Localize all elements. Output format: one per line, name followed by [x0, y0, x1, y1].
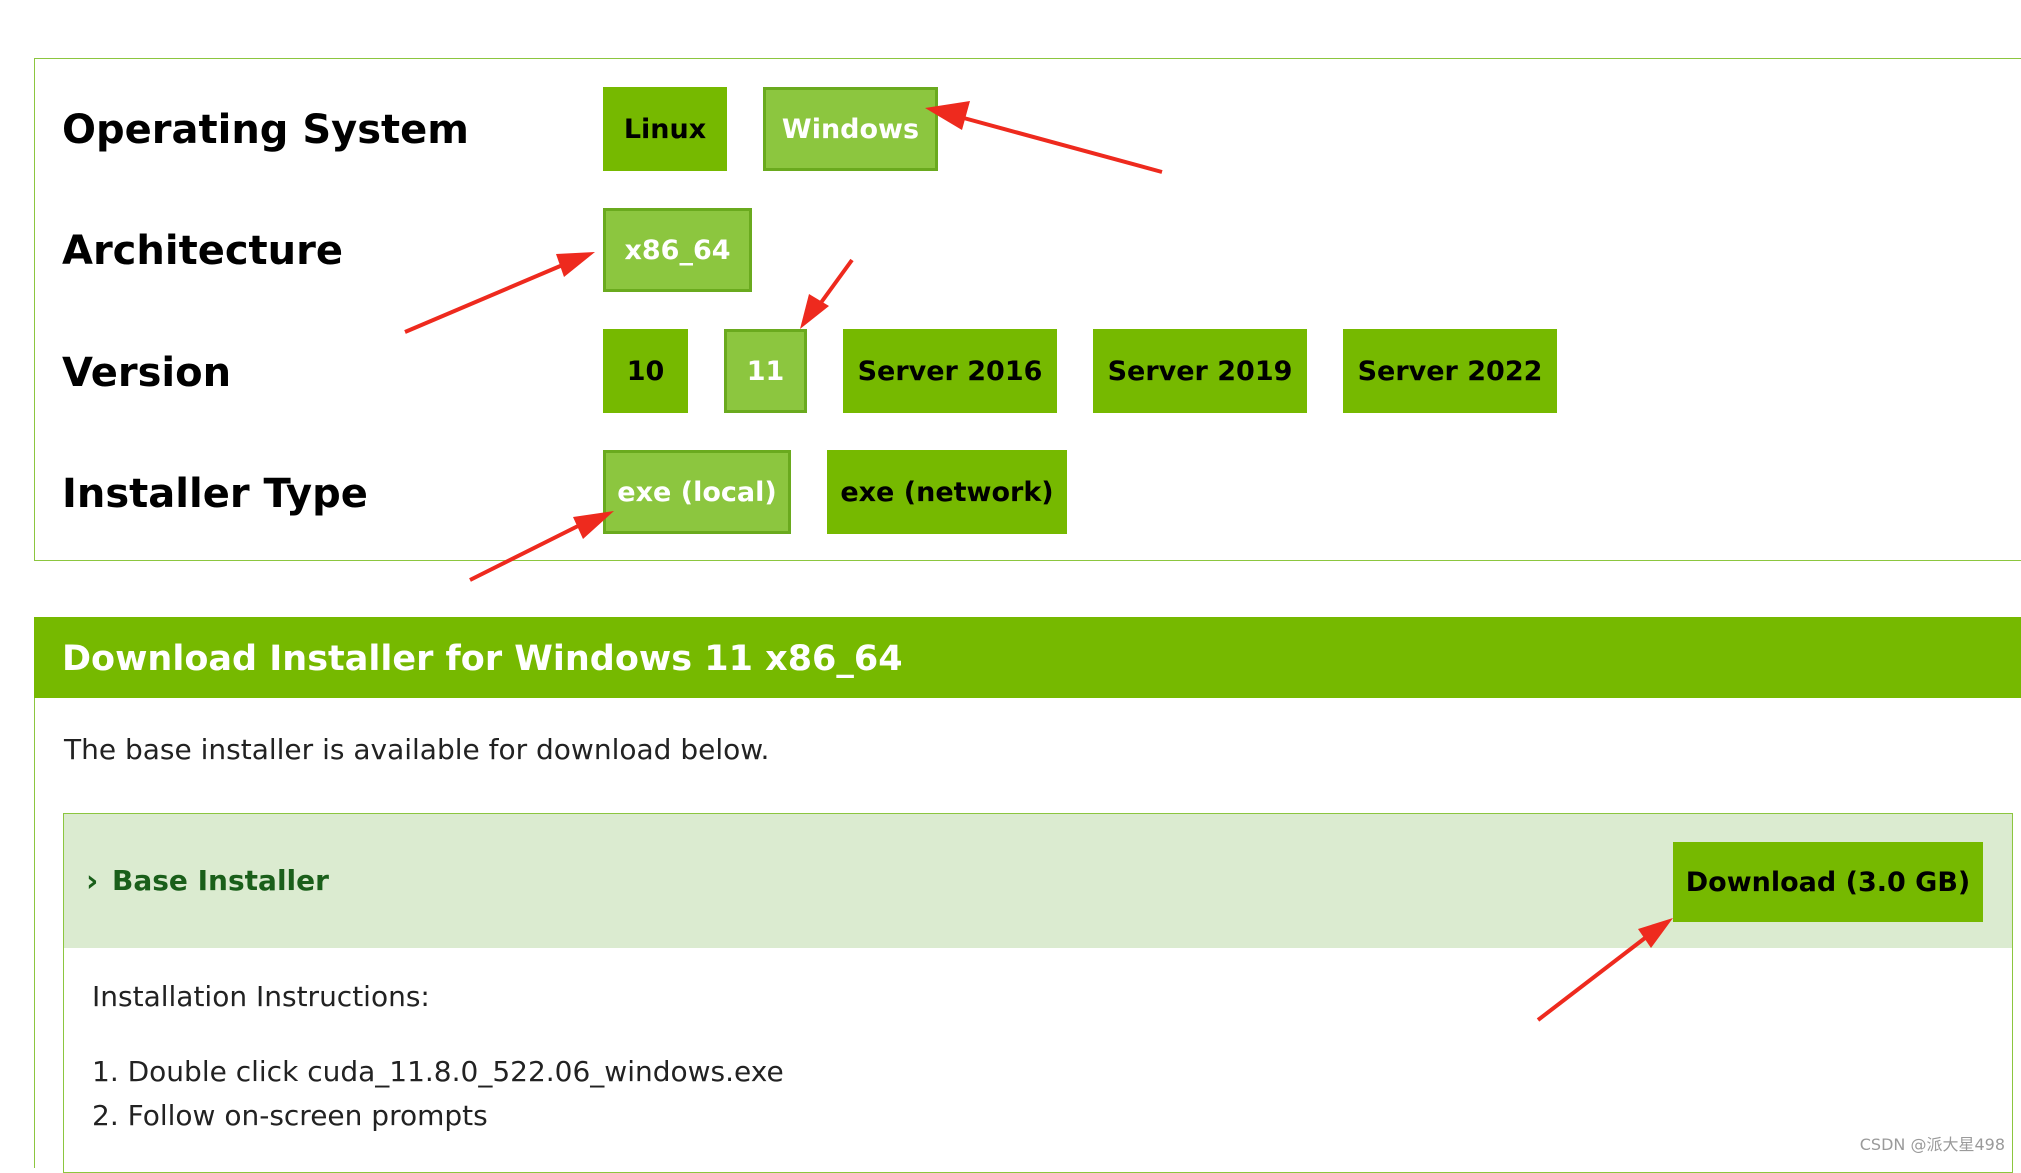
os-option-windows[interactable]: Windows [763, 87, 938, 171]
version-option-server-2019[interactable]: Server 2019 [1093, 329, 1307, 413]
installer-option-exe-network[interactable]: exe (network) [827, 450, 1067, 534]
instructions-list: 1. Double click cuda_11.8.0_522.06_windo… [92, 1050, 784, 1138]
installer-option-exe-local[interactable]: exe (local) [603, 450, 791, 534]
base-installer-panel: › Base Installer Download (3.0 GB) Insta… [63, 813, 2013, 1173]
version-option-11[interactable]: 11 [724, 329, 807, 413]
instruction-step: 1. Double click cuda_11.8.0_522.06_windo… [92, 1055, 784, 1088]
base-installer-header[interactable]: › Base Installer Download (3.0 GB) [64, 814, 2012, 948]
base-installer-title[interactable]: Base Installer [112, 864, 329, 897]
intro-text: The base installer is available for down… [64, 733, 770, 766]
version-option-10[interactable]: 10 [603, 329, 688, 413]
instructions-title: Installation Instructions: [92, 980, 430, 1013]
installer-type-label: Installer Type [62, 471, 368, 517]
version-label: Version [62, 350, 232, 396]
chevron-right-icon[interactable]: › [86, 864, 98, 899]
architecture-label: Architecture [62, 228, 343, 274]
download-header: Download Installer for Windows 11 x86_64 [34, 617, 2021, 698]
os-option-linux[interactable]: Linux [603, 87, 727, 171]
instruction-step: 2. Follow on-screen prompts [92, 1099, 488, 1132]
download-header-title: Download Installer for Windows 11 x86_64 [62, 639, 903, 679]
version-option-server-2022[interactable]: Server 2022 [1343, 329, 1557, 413]
watermark: CSDN @派大星498 [1859, 1135, 2005, 1154]
arch-option-x86-64[interactable]: x86_64 [603, 208, 752, 292]
os-label: Operating System [62, 107, 469, 153]
version-option-server-2016[interactable]: Server 2016 [843, 329, 1057, 413]
download-button[interactable]: Download (3.0 GB) [1673, 842, 1983, 922]
